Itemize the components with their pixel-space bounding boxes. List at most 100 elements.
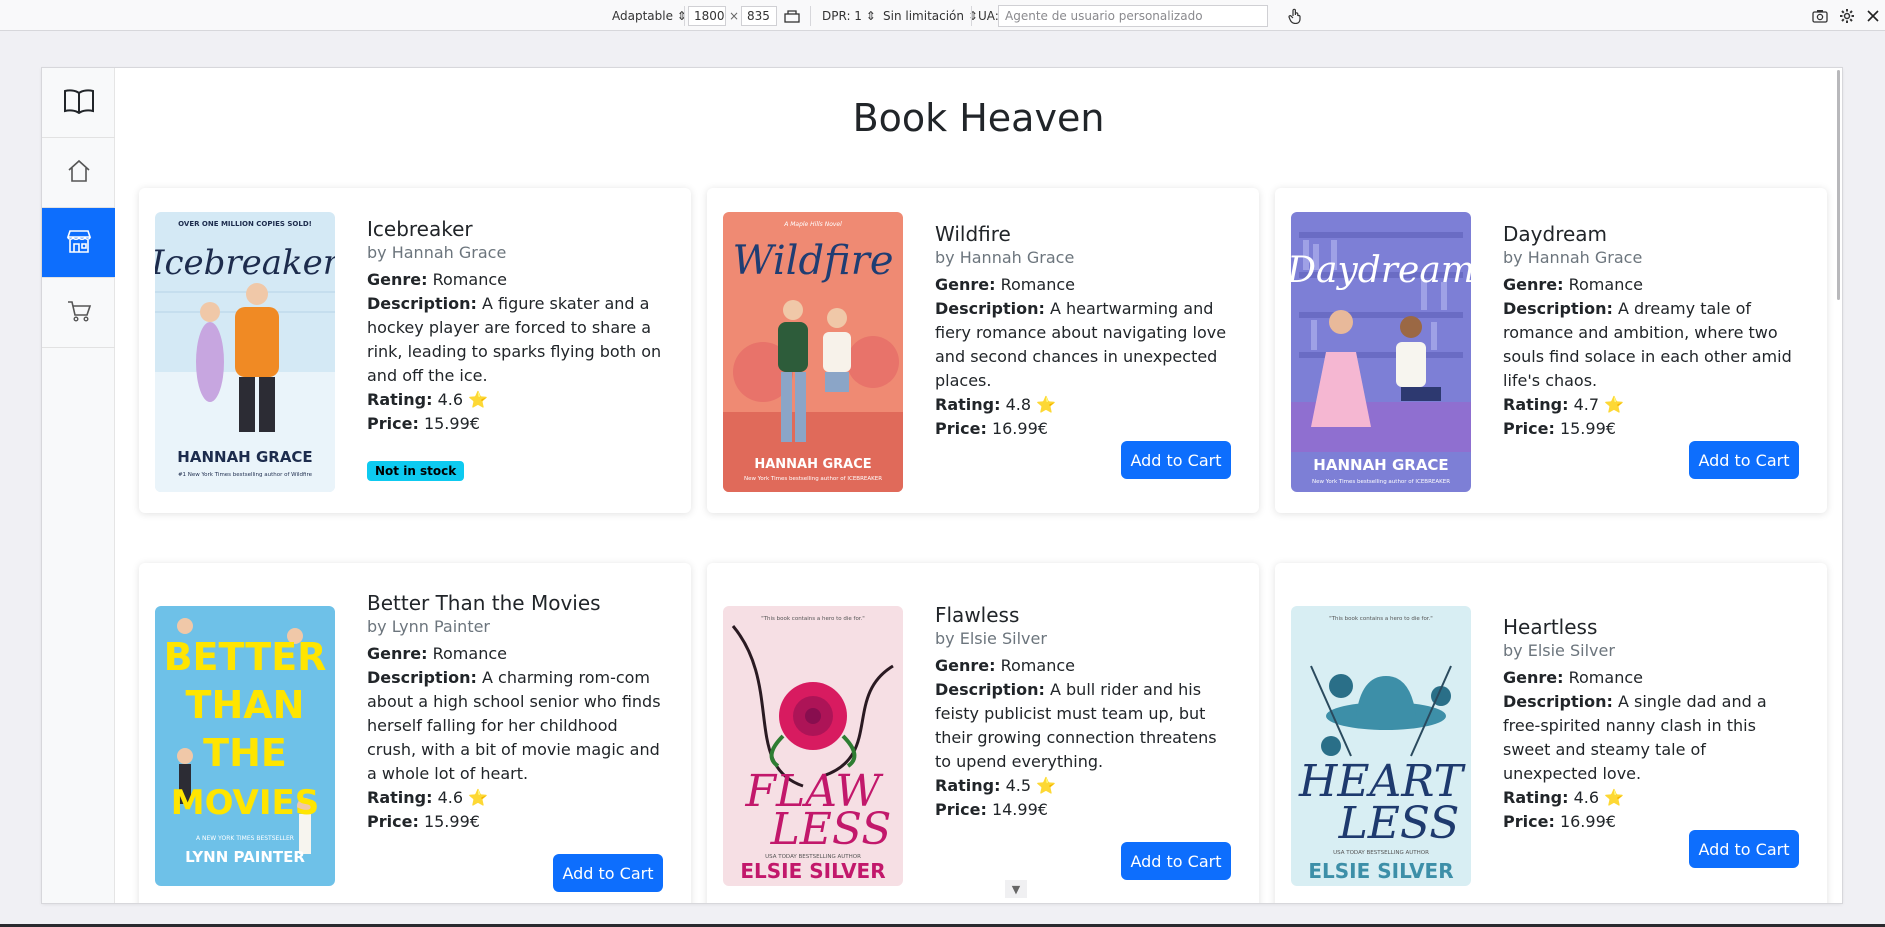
book-author: by Elsie Silver xyxy=(935,629,1047,648)
cover-title: THE xyxy=(203,731,287,775)
cover-title: Icebreaker xyxy=(155,243,335,283)
book-rating: Rating: 4.8 ⭐ xyxy=(935,395,1057,414)
book-info: Wildfire by Hannah Grace Genre: Romance … xyxy=(935,221,1235,441)
star-icon: ⭐ xyxy=(1604,395,1625,414)
sidebar-item-books[interactable] xyxy=(42,68,115,138)
add-to-cart-button[interactable]: Add to Cart xyxy=(1121,842,1231,880)
cover-author: ELSIE SILVER xyxy=(1308,859,1453,883)
home-icon xyxy=(66,159,92,187)
cover-tagline: "This book contains a hero to die for." xyxy=(1329,616,1433,622)
book-price: Price: 16.99€ xyxy=(935,419,1048,438)
book-card: Daydream HANNAH GRACE New York Times bes… xyxy=(1275,188,1827,513)
rotate-icon[interactable] xyxy=(781,5,803,27)
book-cover: "This book contains a hero to die for." … xyxy=(1291,606,1471,886)
cover-tagline: "This book contains a hero to die for." xyxy=(761,616,865,622)
divider xyxy=(684,6,685,26)
cover-title: Daydream xyxy=(1291,250,1471,291)
device-label: Adaptable xyxy=(612,9,673,23)
book-description: Description: A heartwarming and fiery ro… xyxy=(935,299,1227,390)
book-genre: Genre: Romance xyxy=(935,656,1075,675)
book-description: Description: A figure skater and a hocke… xyxy=(367,294,662,385)
scrollbar[interactable] xyxy=(1837,70,1840,300)
cover-footnote: New York Times bestselling author of ICE… xyxy=(744,476,882,482)
width-input[interactable]: 1800 xyxy=(688,6,726,26)
add-to-cart-button[interactable]: Add to Cart xyxy=(1689,441,1799,479)
cover-author: HANNAH GRACE xyxy=(754,457,871,472)
book-cover: A Maple Hills Novel Wildfire HANNAH GRAC… xyxy=(723,212,903,492)
book-title: Better Than the Movies xyxy=(367,591,601,615)
sidebar-item-store[interactable] xyxy=(42,208,115,278)
sidebar-item-home[interactable] xyxy=(42,138,115,208)
cover-title: LESS xyxy=(770,804,892,855)
main-content: Book Heaven OVER ONE MILLION COPIES SOLD… xyxy=(115,68,1842,903)
book-card: "This book contains a hero to die for." … xyxy=(707,563,1259,903)
book-cover: OVER ONE MILLION COPIES SOLD! Icebreaker… xyxy=(155,212,335,492)
cart-icon xyxy=(66,299,92,327)
stock-badge: Not in stock xyxy=(367,461,465,481)
ua-label: UA: xyxy=(978,9,999,23)
book-description: Description: A single dad and a free-spi… xyxy=(1503,692,1767,783)
book-price: Price: 14.99€ xyxy=(935,800,1048,819)
book-author: by Lynn Painter xyxy=(367,617,491,636)
book-author: by Hannah Grace xyxy=(1503,248,1643,267)
touch-icon[interactable] xyxy=(1284,5,1306,27)
book-rating: Rating: 4.7 ⭐ xyxy=(1503,395,1625,414)
book-price: Price: 15.99€ xyxy=(1503,419,1616,438)
book-cover: BETTER THAN THE MOVIES A NEW YORK TIMES … xyxy=(155,606,335,886)
add-to-cart-button[interactable]: Add to Cart xyxy=(1689,830,1799,868)
height-input[interactable]: 835 xyxy=(741,6,777,26)
book-card: OVER ONE MILLION COPIES SOLD! Icebreaker… xyxy=(139,188,691,513)
book-description: Description: A bull rider and his feisty… xyxy=(935,680,1217,771)
book-description: Description: A charming rom-com about a … xyxy=(367,668,661,783)
book-rating: Rating: 4.5 ⭐ xyxy=(935,776,1057,795)
book-card: A Maple Hills Novel Wildfire HANNAH GRAC… xyxy=(707,188,1259,513)
book-genre: Genre: Romance xyxy=(935,275,1075,294)
star-icon: ⭐ xyxy=(1036,776,1057,795)
book-info: Heartless by Elsie Silver Genre: Romance… xyxy=(1503,614,1803,834)
close-icon[interactable] xyxy=(1862,5,1884,27)
times-sign: × xyxy=(729,9,740,23)
star-icon: ⭐ xyxy=(1036,395,1057,414)
page-title: Book Heaven xyxy=(852,96,1105,140)
book-author: by Hannah Grace xyxy=(935,248,1075,267)
scroll-down-icon[interactable]: ▼ xyxy=(1005,880,1027,898)
book-rating: Rating: 4.6 ⭐ xyxy=(367,390,489,409)
cover-author: LYNN PAINTER xyxy=(185,848,305,866)
cover-tagline: A Maple Hills Novel xyxy=(783,221,842,228)
cover-title: LESS xyxy=(1338,798,1460,849)
add-to-cart-button[interactable]: Add to Cart xyxy=(553,854,663,892)
star-icon: ⭐ xyxy=(468,788,489,807)
dpr-label: DPR: 1 xyxy=(822,9,862,23)
add-to-cart-button[interactable]: Add to Cart xyxy=(1121,441,1231,479)
sidebar xyxy=(42,68,115,903)
book-title: Icebreaker xyxy=(367,217,473,241)
book-card: "This book contains a hero to die for." … xyxy=(1275,563,1827,903)
cover-title: Wildfire xyxy=(732,238,893,284)
book-title: Wildfire xyxy=(935,222,1011,246)
screenshot-icon[interactable] xyxy=(1809,5,1831,27)
book-price: Price: 15.99€ xyxy=(367,414,480,433)
book-info: Icebreaker by Hannah Grace Genre: Romanc… xyxy=(367,216,667,436)
star-icon: ⭐ xyxy=(1604,788,1625,807)
throttle-selector[interactable]: Sin limitación ⇕ xyxy=(883,6,978,26)
book-icon xyxy=(63,88,95,118)
dpr-selector[interactable]: DPR: 1 ⇕ xyxy=(822,6,876,26)
cover-footnote: A NEW YORK TIMES BESTSELLER xyxy=(196,835,294,842)
book-title: Heartless xyxy=(1503,615,1598,639)
sidebar-item-cart[interactable] xyxy=(42,278,115,348)
cover-tagline: OVER ONE MILLION COPIES SOLD! xyxy=(178,220,312,228)
book-title: Daydream xyxy=(1503,222,1608,246)
divider xyxy=(810,6,811,26)
book-info: Better Than the Movies by Lynn Painter G… xyxy=(367,590,667,834)
star-icon: ⭐ xyxy=(468,390,489,409)
cover-author: ELSIE SILVER xyxy=(740,859,885,883)
settings-icon[interactable] xyxy=(1836,5,1858,27)
device-selector[interactable]: Adaptable ⇕ xyxy=(612,6,687,26)
cover-title: BETTER xyxy=(164,635,327,679)
book-rating: Rating: 4.6 ⭐ xyxy=(367,788,489,807)
user-agent-input[interactable]: Agente de usuario personalizado xyxy=(998,5,1268,27)
cover-footnote: New York Times bestselling author of ICE… xyxy=(1312,479,1450,485)
book-genre: Genre: Romance xyxy=(1503,668,1643,687)
book-rating: Rating: 4.6 ⭐ xyxy=(1503,788,1625,807)
book-author: by Elsie Silver xyxy=(1503,641,1615,660)
